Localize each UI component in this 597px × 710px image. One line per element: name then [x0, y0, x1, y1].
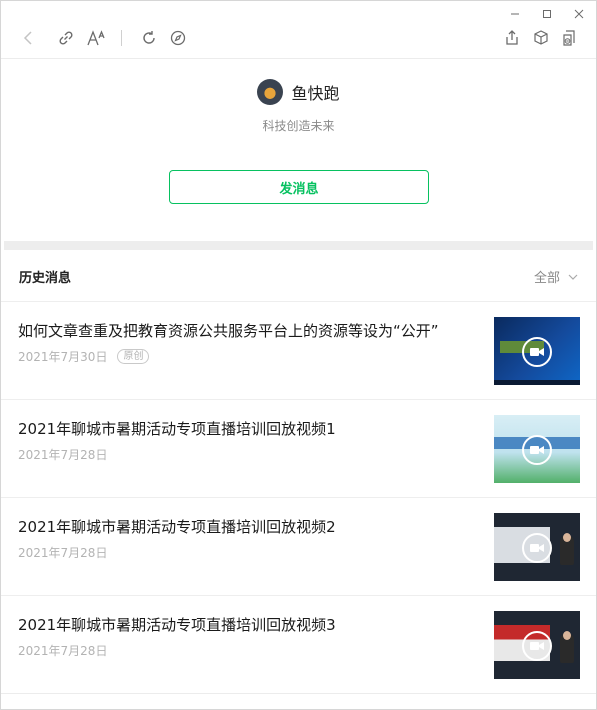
minus-doc-icon[interactable]	[558, 27, 580, 49]
video-camera-icon	[522, 533, 552, 563]
link-icon[interactable]	[55, 27, 77, 49]
profile-header: 鱼快跑 科技创造未来	[1, 79, 596, 134]
video-camera-icon	[522, 631, 552, 661]
article-item[interactable]: 2021年聊城市暑期活动专项直播培训回放视频2 2021年7月28日	[1, 497, 596, 596]
app-window: 鱼快跑 科技创造未来 发消息 历史消息 全部 如何文章查重及把教育资源公共服务平…	[0, 0, 597, 710]
share-icon[interactable]	[501, 27, 523, 49]
account-name[interactable]: 鱼快跑	[291, 80, 339, 104]
article-item[interactable]: 2021年聊城市暑期活动专项直播培训回放视频1 2021年7月28日	[1, 399, 596, 498]
article-date: 2021年7月28日	[18, 448, 108, 462]
toolbar-divider	[1, 58, 596, 59]
video-camera-icon	[522, 337, 552, 367]
article-title[interactable]: 2021年聊城市暑期活动专项直播培训回放视频2	[18, 516, 478, 537]
article-item[interactable]: 2021年聊城市暑期活动专项直播培训回放视频3 2021年7月28日	[1, 595, 596, 694]
avatar[interactable]	[257, 79, 284, 105]
article-title[interactable]: 如何文章查重及把教育资源公共服务平台上的资源等设为“公开”	[18, 320, 478, 341]
original-badge: 原创	[117, 349, 150, 364]
article-item[interactable]: 如何文章查重及把教育资源公共服务平台上的资源等设为“公开” 2021年7月30日…	[1, 301, 596, 400]
article-title[interactable]: 2021年聊城市暑期活动专项直播培训回放视频1	[18, 418, 478, 439]
article-thumbnail[interactable]	[494, 317, 580, 385]
font-size-icon[interactable]	[85, 27, 107, 49]
section-separator	[4, 241, 593, 250]
article-date: 2021年7月28日	[18, 644, 108, 658]
cube-icon[interactable]	[530, 27, 552, 49]
history-title: 历史消息	[19, 271, 72, 286]
article-date: 2021年7月30日	[18, 350, 108, 364]
article-title[interactable]: 2021年聊城市暑期活动专项直播培训回放视频3	[18, 614, 478, 635]
history-filter[interactable]: 全部	[534, 267, 578, 286]
list-bottom-divider	[1, 693, 596, 694]
account-motto: 科技创造未来	[262, 119, 335, 133]
compass-icon[interactable]	[167, 27, 189, 49]
toolbar	[1, 27, 596, 53]
window-controls	[506, 5, 588, 23]
history-filter-label: 全部	[533, 271, 560, 286]
article-thumbnail[interactable]	[494, 611, 580, 679]
article-date: 2021年7月28日	[18, 546, 108, 560]
article-thumbnail[interactable]	[494, 415, 580, 483]
video-camera-icon	[522, 435, 552, 465]
close-icon[interactable]	[570, 5, 588, 23]
refresh-icon[interactable]	[138, 27, 160, 49]
history-header: 历史消息 全部	[19, 267, 578, 287]
chevron-down-icon	[568, 274, 578, 280]
maximize-icon[interactable]	[538, 5, 556, 23]
toolbar-separator	[121, 30, 122, 46]
send-message-button[interactable]: 发消息	[169, 170, 429, 204]
back-icon[interactable]	[18, 27, 40, 49]
article-thumbnail[interactable]	[494, 513, 580, 581]
minimize-icon[interactable]	[506, 5, 524, 23]
